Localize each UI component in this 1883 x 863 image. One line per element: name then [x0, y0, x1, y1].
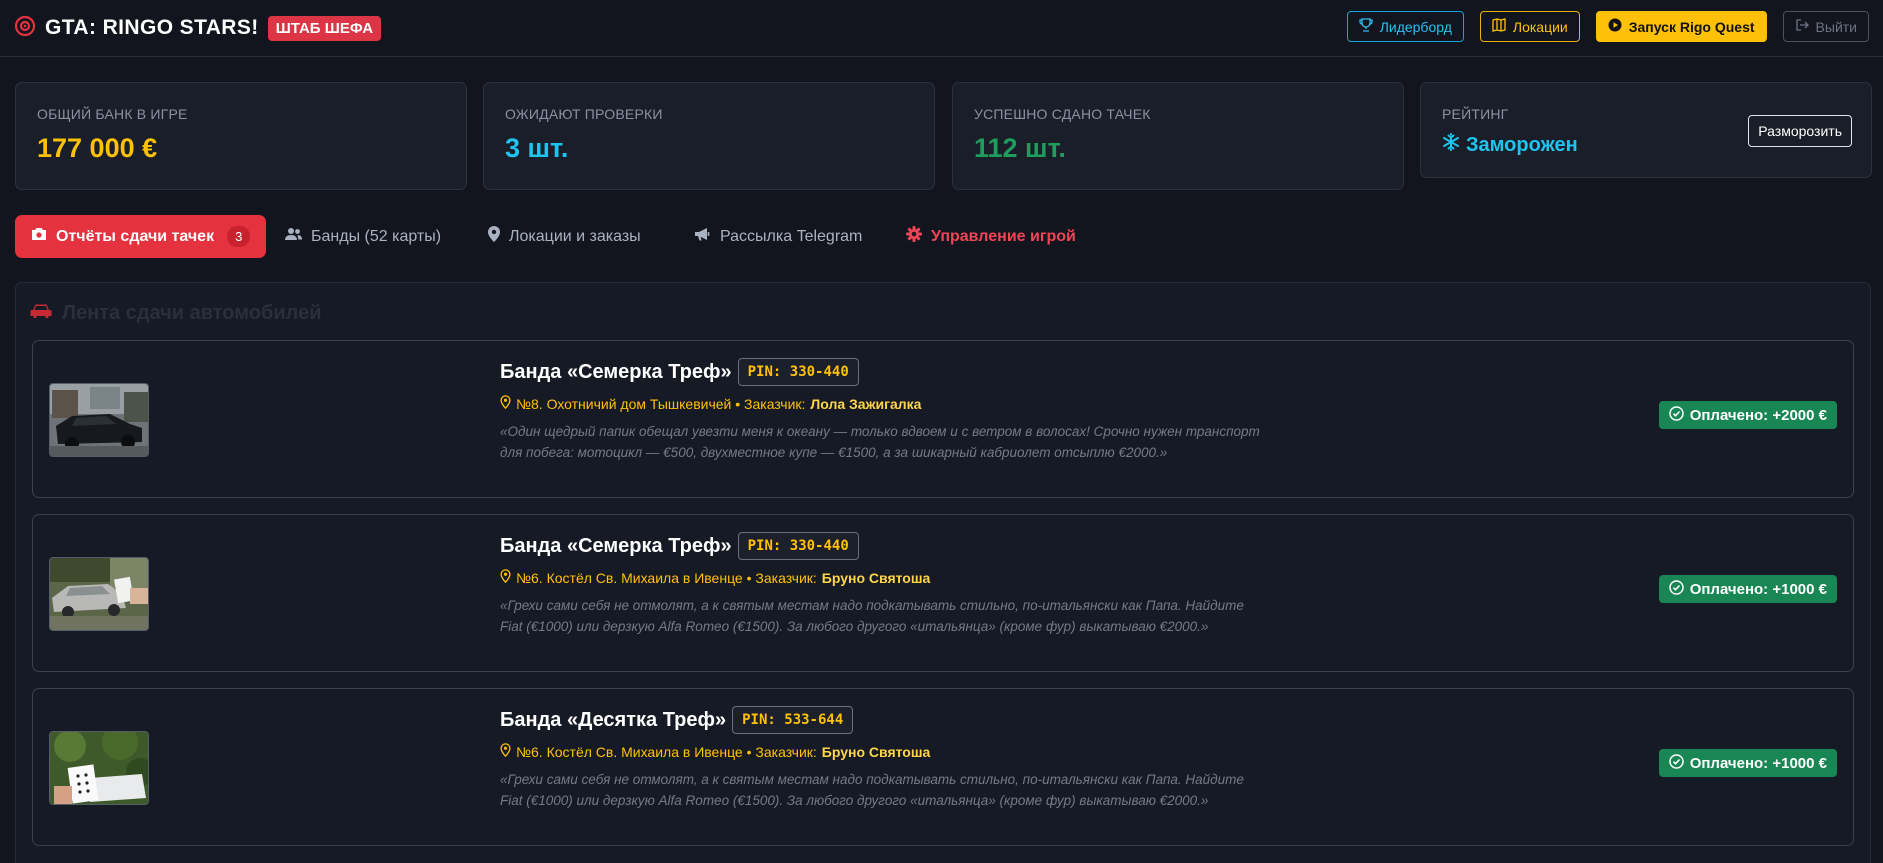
megaphone-icon: [694, 227, 711, 246]
logout-icon: [1795, 18, 1809, 35]
delivery-report-item: Банда «Семерка Треф» PIN: 330-440 №6. Ко…: [32, 514, 1854, 672]
gang-name: Банда «Десятка Треф»: [500, 708, 727, 731]
app-title: GTA: RINGO STARS!: [45, 16, 259, 39]
stat-value: 112 шт.: [974, 133, 1066, 163]
stat-label: УСПЕШНО СДАНО ТАЧЕК: [974, 106, 1151, 122]
paid-status-text: Оплачено: +2000 €: [1689, 406, 1827, 424]
stat-card-pending: ОЖИДАЮТ ПРОВЕРКИ 3 шт.: [483, 82, 935, 190]
snowflake-icon: [1442, 133, 1460, 157]
pin-badge: PIN: 533-644: [732, 706, 854, 734]
customer-name: Бруно Святоша: [821, 743, 931, 760]
tab-reports[interactable]: Отчёты сдачи тачек 3: [15, 215, 267, 258]
car-photo-thumbnail[interactable]: [49, 557, 149, 631]
order-quote: «Один щедрый папик обещал увезти меня к …: [500, 424, 1260, 460]
paid-status-text: Оплачено: +1000 €: [1689, 580, 1827, 598]
stat-label: ОЖИДАЮТ ПРОВЕРКИ: [505, 106, 663, 122]
tab-label: Локации и заказы: [509, 227, 641, 245]
paid-status-badge: Оплачено: +1000 €: [1658, 575, 1837, 603]
pin-badge: PIN: 330-440: [737, 358, 859, 386]
stat-card-bank: ОБЩИЙ БАНК В ИГРЕ 177 000 €: [15, 82, 467, 190]
rating-status: Заморожен: [1442, 133, 1578, 157]
tab-game-control[interactable]: Управление игрой: [906, 215, 1076, 258]
rating-value: Заморожен: [1466, 133, 1578, 156]
pin-badge: PIN: 330-440: [737, 532, 859, 560]
check-circle-icon: [1668, 753, 1684, 773]
tab-label: Управление игрой: [931, 227, 1076, 245]
map-pin-icon: [500, 395, 511, 412]
stat-card-delivered: УСПЕШНО СДАНО ТАЧЕК 112 шт.: [952, 82, 1404, 190]
users-icon: [285, 227, 302, 246]
customer-name: Бруно Святоша: [821, 569, 931, 586]
tab-count-badge: 3: [227, 226, 251, 247]
stat-label: ОБЩИЙ БАНК В ИГРЕ: [37, 106, 188, 122]
location-line: №6. Костёл Св. Михаила в Ивенце • Заказч…: [500, 569, 1260, 586]
map-pin-icon: [488, 226, 500, 247]
leaderboard-button[interactable]: Лидерборд: [1346, 11, 1464, 42]
gang-name: Банда «Семерка Треф»: [500, 360, 732, 383]
locations-button[interactable]: Локации: [1479, 11, 1580, 42]
tab-locations[interactable]: Локации и заказы: [488, 215, 641, 258]
car-icon: [30, 302, 52, 325]
feed-title: Лента сдачи автомобилей: [30, 302, 322, 325]
paid-status-badge: Оплачено: +2000 €: [1658, 401, 1837, 429]
feed-title-text: Лента сдачи автомобилей: [62, 302, 322, 324]
paid-status-badge: Оплачено: +1000 €: [1658, 749, 1837, 777]
paid-status-text: Оплачено: +1000 €: [1689, 754, 1827, 772]
logout-label: Выйти: [1815, 18, 1857, 35]
stat-value: 3 шт.: [505, 133, 569, 163]
gear-icon: [906, 226, 922, 247]
location-text: №6. Костёл Св. Михаила в Ивенце • Заказч…: [516, 569, 817, 586]
map-pin-icon: [500, 743, 511, 760]
gang-name: Банда «Семерка Треф»: [500, 534, 732, 557]
locations-label: Локации: [1512, 18, 1568, 35]
location-text: №8. Охотничий дом Тышкевичей • Заказчик:: [516, 395, 806, 412]
logout-button[interactable]: Выйти: [1782, 11, 1869, 42]
delivery-report-item: Банда «Десятка Треф» PIN: 533-644 №6. Ко…: [32, 688, 1854, 846]
order-quote: «Грехи сами себя не отмолят, а к святым …: [500, 772, 1244, 808]
location-line: №6. Костёл Св. Михаила в Ивенце • Заказч…: [500, 743, 1260, 760]
order-quote: «Грехи сами себя не отмолят, а к святым …: [500, 598, 1244, 634]
tab-label: Рассылка Telegram: [720, 227, 863, 245]
launch-quest-button[interactable]: Запуск Rigo Quest: [1595, 11, 1767, 42]
car-photo-thumbnail[interactable]: [49, 383, 149, 457]
launch-quest-label: Запуск Rigo Quest: [1628, 18, 1755, 35]
stat-card-rating: РЕЙТИНГ Заморожен Разморозить: [1420, 82, 1872, 178]
target-icon: [14, 15, 36, 42]
stat-value: 177 000 €: [37, 133, 158, 163]
unfreeze-button[interactable]: Разморозить: [1748, 115, 1852, 147]
map-pin-icon: [500, 569, 511, 586]
top-navbar: GTA: RINGO STARS! ШТАБ ШЕФА Лидерборд Ло…: [0, 0, 1883, 57]
stat-label: РЕЙТИНГ: [1442, 106, 1509, 122]
play-circle-icon: [1608, 18, 1622, 35]
camera-icon: [31, 227, 47, 246]
tab-label: Отчёты сдачи тачек: [56, 227, 215, 245]
check-circle-icon: [1668, 579, 1684, 599]
check-circle-icon: [1668, 405, 1684, 425]
tab-gangs[interactable]: Банды (52 карты): [285, 215, 441, 258]
customer-name: Лола Зажигалка: [810, 395, 922, 412]
tab-telegram[interactable]: Рассылка Telegram: [694, 215, 862, 258]
location-text: №6. Костёл Св. Михаила в Ивенце • Заказч…: [516, 743, 817, 760]
delivery-report-item: Банда «Семерка Треф» PIN: 330-440 №8. Ох…: [32, 340, 1854, 498]
car-photo-thumbnail[interactable]: [49, 731, 149, 805]
hq-badge: ШТАБ ШЕФА: [267, 15, 382, 41]
trophy-icon: [1359, 18, 1373, 35]
brand[interactable]: GTA: RINGO STARS! ШТАБ ШЕФА: [14, 15, 382, 42]
location-line: №8. Охотничий дом Тышкевичей • Заказчик:…: [500, 395, 1260, 412]
map-icon: [1492, 18, 1506, 35]
tab-label: Банды (52 карты): [311, 227, 442, 245]
leaderboard-label: Лидерборд: [1379, 18, 1452, 35]
